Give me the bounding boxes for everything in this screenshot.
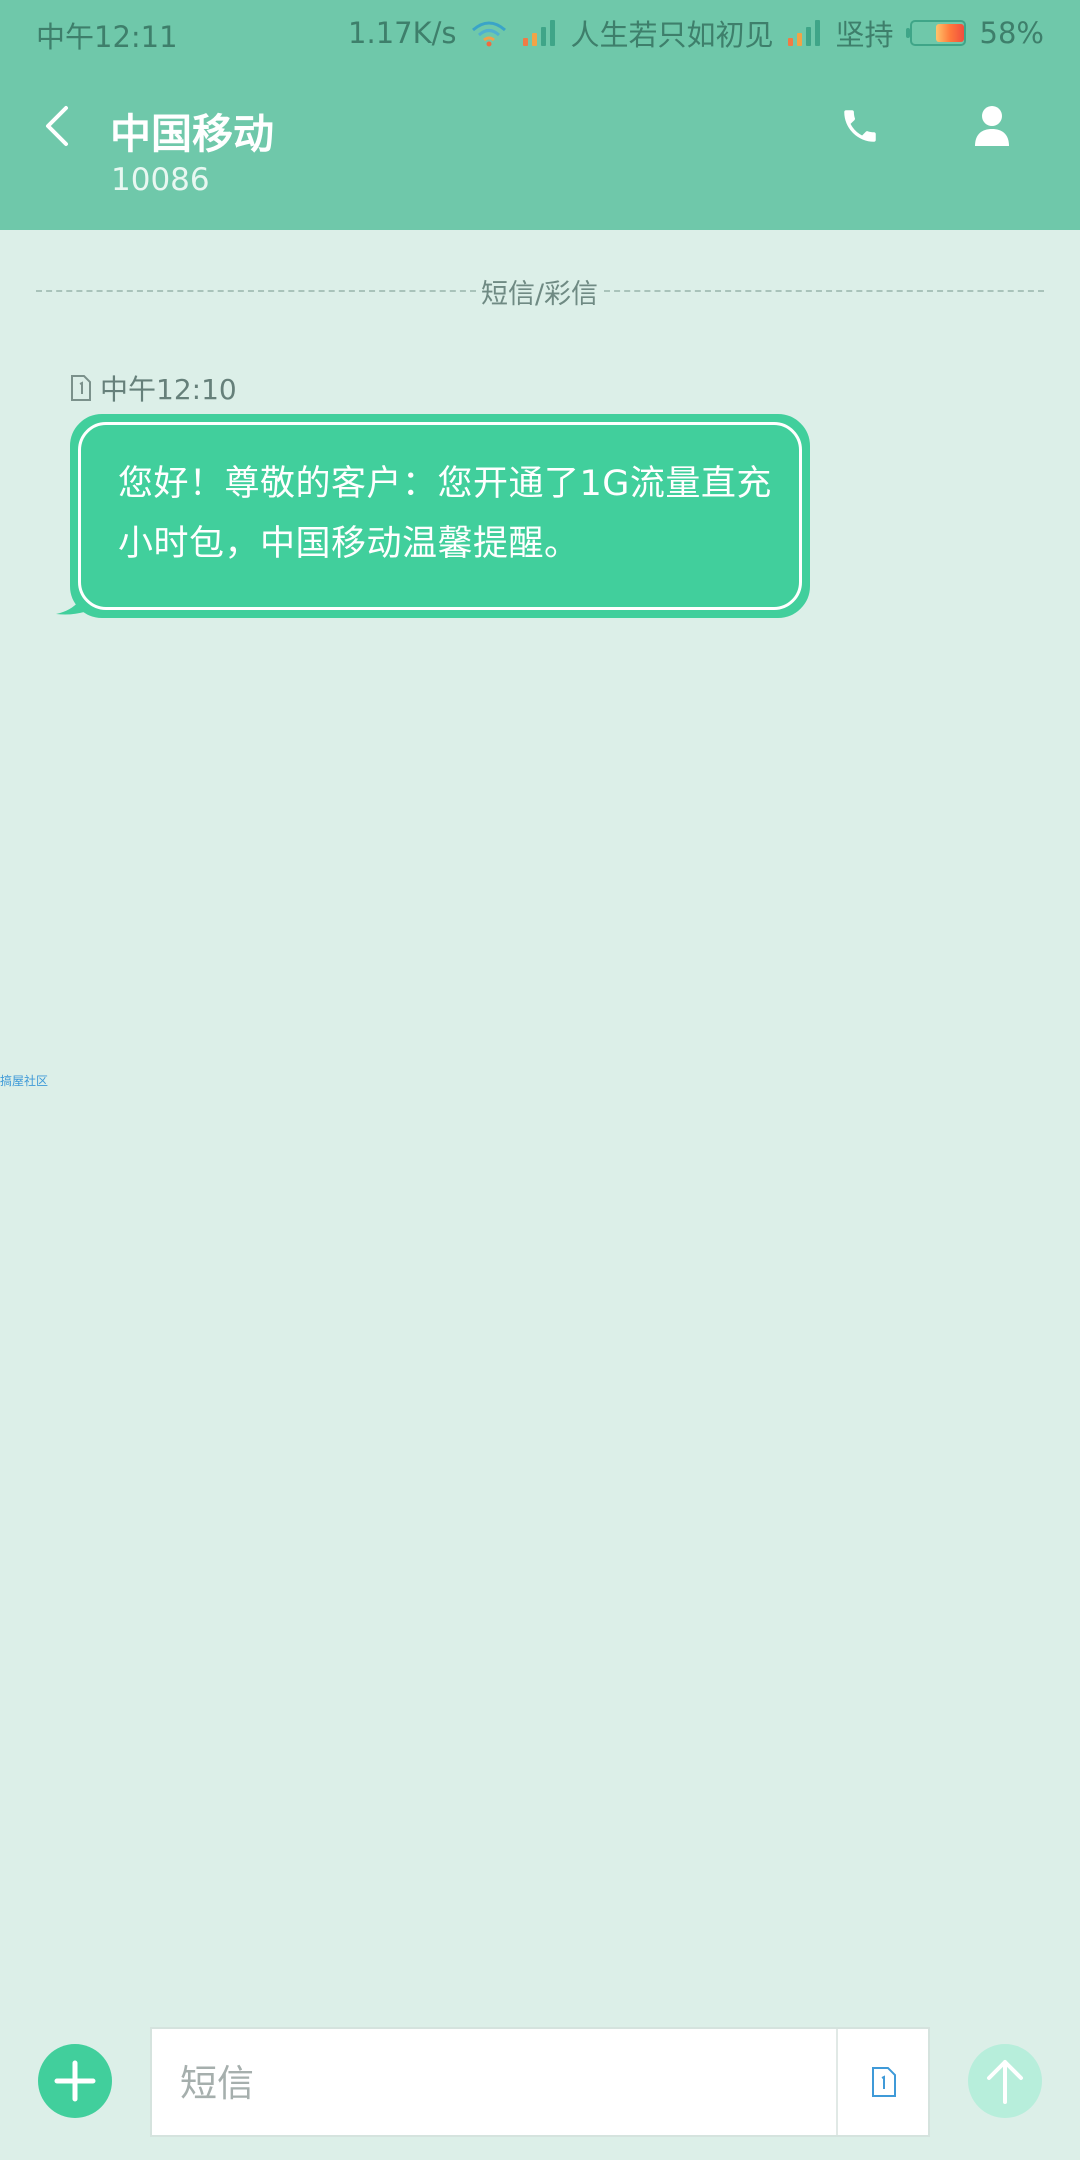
message-input-box: [150, 2027, 930, 2137]
status-time: 中午12:11: [36, 20, 178, 54]
input-separator: [836, 2029, 838, 2135]
net-speed: 1.17K/s: [348, 16, 457, 50]
signal-icon: [786, 20, 824, 46]
battery-icon: [905, 20, 968, 46]
contact-number: 10086: [111, 162, 210, 198]
add-icon: [54, 2060, 96, 2102]
conversation-titlebar: 中国移动 10086: [0, 66, 1080, 230]
battery-percent: 58%: [979, 16, 1044, 50]
app-header: 中午12:11 1.17K/s 人生若只如初见 坚持 58% 中国移动 1008…: [0, 0, 1080, 230]
signal-icon: [521, 20, 559, 46]
contact-profile-button[interactable]: [966, 96, 1018, 156]
message-time: 中午12:10: [100, 373, 237, 406]
divider-line-right: [604, 290, 1045, 292]
sim-select-button[interactable]: [840, 2029, 928, 2135]
phone-icon: [844, 110, 876, 142]
message-bubble[interactable]: 您好！尊敬的客户：您开通了1G流量直充小时包，中国移动温馨提醒。: [70, 414, 810, 618]
divider-label: 短信/彩信: [480, 278, 599, 310]
watermark: 搞屋社区: [0, 1074, 49, 1088]
sim-1-icon: [872, 2067, 896, 2097]
divider-line-left: [36, 290, 476, 292]
carrier-1-name: 人生若只如初见: [570, 18, 774, 52]
status-bar: 中午12:11 1.17K/s 人生若只如初见 坚持 58%: [0, 0, 1080, 66]
message-text: 您好！尊敬的客户：您开通了1G流量直充小时包，中国移动温馨提醒。: [118, 464, 772, 564]
message-input[interactable]: [178, 2029, 842, 2137]
status-indicators: 1.17K/s 人生若只如初见 坚持 58%: [348, 14, 1044, 52]
sim-1-icon: [71, 375, 91, 401]
send-button[interactable]: [968, 2044, 1042, 2118]
contact-name: 中国移动: [110, 110, 274, 158]
call-button[interactable]: [834, 96, 886, 156]
add-attachment-button[interactable]: [38, 2044, 112, 2118]
carrier-2-name: 坚持: [835, 18, 894, 52]
message-type-divider: 短信/彩信: [36, 274, 1045, 310]
message-meta: 中午12:10: [70, 370, 237, 406]
send-arrow-icon: [987, 2060, 1023, 2104]
wifi-icon: [471, 21, 506, 47]
back-button[interactable]: [30, 96, 84, 156]
person-icon: [975, 106, 1009, 146]
back-icon: [46, 106, 68, 146]
